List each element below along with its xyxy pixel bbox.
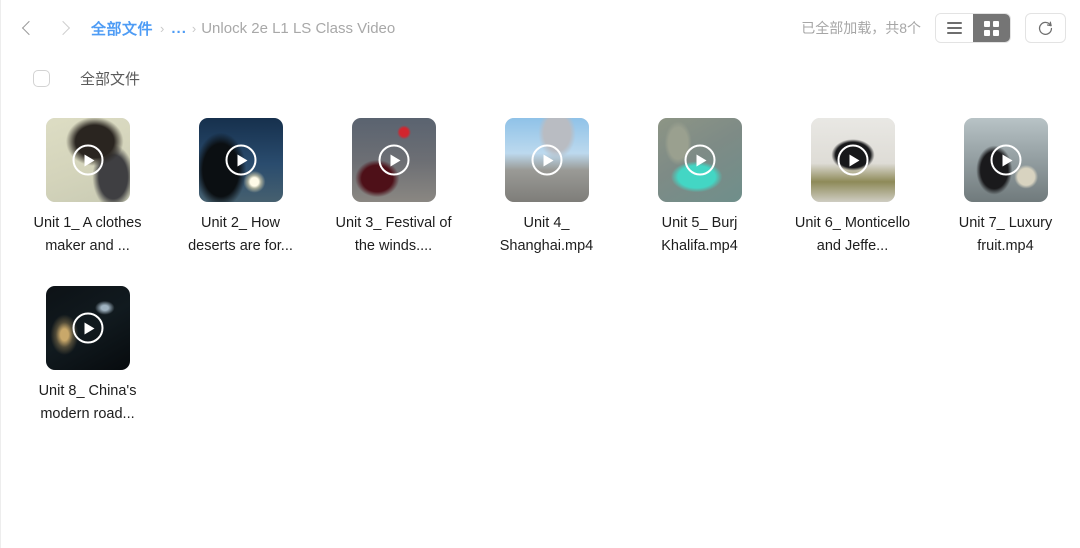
file-item[interactable]: Unit 3_ Festival of the winds.... [317, 118, 470, 258]
refresh-icon [1038, 21, 1053, 35]
select-all-label: 全部文件 [80, 70, 141, 88]
breadcrumb-item-current: Unlock 2e L1 LS Class Video [201, 19, 396, 37]
play-icon[interactable] [225, 144, 256, 176]
file-thumbnail[interactable] [657, 118, 742, 202]
file-name-label: Unit 8_ China's modern road... [38, 383, 137, 422]
file-name-label: Unit 5_ Burj Khalifa.mp4 [661, 215, 738, 254]
file-item[interactable]: Unit 7_ Luxury fruit.mp4 [929, 118, 1080, 258]
select-all-row: 全部文件 [1, 56, 1080, 100]
grid-view-icon [984, 20, 999, 36]
list-view-icon [947, 22, 962, 34]
file-thumbnail[interactable] [351, 118, 436, 202]
load-status-text: 已全部加载，共8个 [801, 20, 921, 36]
list-view-button[interactable] [936, 14, 973, 42]
breadcrumb-item-ellipsis[interactable]: ... [171, 20, 187, 37]
play-icon[interactable] [990, 144, 1021, 176]
file-thumbnail[interactable] [45, 286, 130, 370]
file-item[interactable]: Unit 5_ Burj Khalifa.mp4 [623, 118, 776, 258]
file-name-label: Unit 1_ A clothes maker and ... [33, 215, 142, 254]
file-name-label: Unit 3_ Festival of the winds.... [335, 215, 452, 254]
file-name-label: Unit 6_ Monticello and Jeffe... [794, 215, 911, 254]
file-thumbnail[interactable] [198, 118, 283, 202]
view-mode-toggle [935, 13, 1011, 43]
file-item[interactable]: Unit 4_ Shanghai.mp4 [470, 118, 623, 258]
play-icon[interactable] [531, 144, 562, 176]
breadcrumb-item-root[interactable]: 全部文件 [91, 18, 153, 39]
breadcrumb-separator: › [160, 20, 165, 36]
file-item[interactable]: Unit 1_ A clothes maker and ... [11, 118, 164, 258]
toolbar-header: 全部文件 › ... › Unlock 2e L1 LS Class Video… [1, 0, 1080, 56]
play-icon[interactable] [837, 144, 868, 176]
chevron-right-icon[interactable] [55, 19, 73, 37]
play-icon[interactable] [378, 144, 409, 176]
file-item[interactable]: Unit 8_ China's modern road... [11, 286, 164, 426]
file-item[interactable]: Unit 6_ Monticello and Jeffe... [776, 118, 929, 258]
file-name-label: Unit 4_ Shanghai.mp4 [499, 215, 594, 254]
file-thumbnail[interactable] [504, 118, 589, 202]
breadcrumb-separator: › [191, 20, 197, 36]
file-grid: Unit 1_ A clothes maker and ... Unit 2_ H… [1, 100, 1080, 426]
breadcrumb: 全部文件 › ... › Unlock 2e L1 LS Class Video [91, 18, 395, 39]
play-icon[interactable] [72, 312, 103, 344]
chevron-left-icon[interactable] [19, 19, 37, 37]
select-all-checkbox[interactable] [33, 69, 50, 87]
play-icon[interactable] [684, 144, 715, 176]
refresh-button[interactable] [1025, 13, 1066, 43]
file-name-label: Unit 7_ Luxury fruit.mp4 [958, 215, 1053, 254]
play-icon[interactable] [72, 144, 103, 176]
grid-view-button[interactable] [973, 14, 1010, 42]
file-name-label: Unit 2_ How deserts are for... [188, 215, 293, 254]
file-thumbnail[interactable] [963, 118, 1048, 202]
file-item[interactable]: Unit 2_ How deserts are for... [164, 118, 317, 258]
file-thumbnail[interactable] [45, 118, 130, 202]
file-thumbnail[interactable] [810, 118, 895, 202]
navigation-arrows [19, 19, 73, 37]
header-controls: 已全部加载，共8个 [801, 13, 1066, 43]
